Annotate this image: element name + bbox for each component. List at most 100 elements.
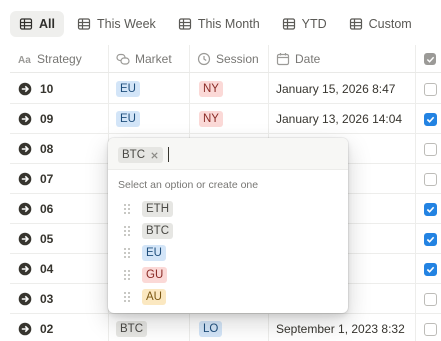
option-search-input[interactable]: BTC: [108, 138, 348, 170]
remove-chip-icon[interactable]: [150, 151, 159, 160]
market-cell[interactable]: BTC: [116, 314, 147, 341]
tab-all[interactable]: All: [10, 11, 64, 37]
drag-handle-icon[interactable]: [122, 203, 132, 215]
date-value: January 15, 2026 8:47: [276, 82, 396, 96]
strategy-value: 09: [40, 112, 54, 126]
row-checkbox[interactable]: [424, 112, 437, 126]
strategy-cell[interactable]: 04: [18, 254, 53, 284]
option-tag: ETH: [142, 201, 173, 217]
tab-label: YTD: [301, 17, 327, 31]
strategy-cell[interactable]: 02: [18, 314, 53, 341]
dropdown-option[interactable]: GU: [112, 264, 344, 286]
checkbox-cell: [424, 104, 437, 134]
table-row[interactable]: 10 EU NY January 15, 2026 8:47: [10, 74, 441, 104]
market-cell[interactable]: EU: [116, 104, 140, 134]
table-icon: [178, 17, 192, 31]
session-cell[interactable]: NY: [199, 74, 223, 104]
strategy-cell[interactable]: 05: [18, 224, 53, 254]
row-checkbox[interactable]: [424, 262, 437, 276]
date-cell[interactable]: January 15, 2026 8:47: [276, 74, 395, 104]
open-page-icon[interactable]: [18, 262, 32, 276]
view-tabs: All This Week This Month YTD Custom: [10, 10, 425, 38]
tab-label: All: [39, 17, 55, 31]
table-icon: [19, 17, 33, 31]
strategy-value: 10: [40, 82, 54, 96]
strategy-cell[interactable]: 08: [18, 134, 53, 164]
open-page-icon[interactable]: [18, 322, 32, 336]
session-cell[interactable]: LO: [199, 314, 223, 341]
option-tag: BTC: [142, 223, 173, 239]
clock-icon: [197, 52, 211, 66]
row-checkbox[interactable]: [424, 172, 437, 186]
open-page-icon[interactable]: [18, 202, 32, 216]
session-cell[interactable]: NY: [199, 104, 223, 134]
drag-handle-icon[interactable]: [122, 291, 132, 303]
row-checkbox[interactable]: [424, 82, 437, 96]
tab-ytd[interactable]: YTD: [273, 11, 336, 37]
dropdown-option[interactable]: ETH: [112, 198, 344, 220]
date-value: September 1, 2023 8:32: [276, 322, 405, 336]
market-cell[interactable]: EU: [116, 74, 140, 104]
checkbox-cell: [424, 254, 437, 284]
open-page-icon[interactable]: [18, 292, 32, 306]
strategy-value: 03: [40, 292, 54, 306]
strategy-cell[interactable]: 07: [18, 164, 53, 194]
open-page-icon[interactable]: [18, 142, 32, 156]
strategy-value: 02: [40, 322, 54, 336]
checkbox-cell: [424, 224, 437, 254]
tab-this-month[interactable]: This Month: [169, 11, 269, 37]
session-tag: LO: [199, 321, 223, 337]
date-value: January 13, 2026 14:04: [276, 112, 403, 126]
strategy-cell[interactable]: 10: [18, 74, 53, 104]
market-tag: BTC: [116, 321, 147, 337]
strategy-value: 04: [40, 262, 54, 276]
row-checkbox[interactable]: [424, 202, 437, 216]
multi-select-icon: [116, 52, 130, 66]
text-property-icon: Aa: [18, 52, 32, 66]
column-header-label: Date: [295, 52, 321, 66]
drag-handle-icon[interactable]: [122, 225, 132, 237]
session-tag: NY: [199, 81, 223, 97]
tab-label: Custom: [368, 17, 412, 31]
checkbox-cell: [424, 314, 437, 341]
checkbox-cell: [424, 134, 437, 164]
column-header-date[interactable]: Date: [276, 45, 320, 73]
date-cell[interactable]: September 1, 2023 8:32: [276, 314, 405, 341]
strategy-cell[interactable]: 06: [18, 194, 53, 224]
strategy-cell[interactable]: 09: [18, 104, 53, 134]
column-header-label: Market: [135, 52, 172, 66]
row-checkbox[interactable]: [424, 322, 437, 336]
selected-option-chip: BTC: [118, 147, 163, 163]
drag-handle-icon[interactable]: [122, 247, 132, 259]
table-row[interactable]: 09 EU NY January 13, 2026 14:04: [10, 104, 441, 134]
tab-this-week[interactable]: This Week: [68, 11, 165, 37]
option-tag: GU: [142, 267, 168, 283]
open-page-icon[interactable]: [18, 112, 32, 126]
table-icon: [282, 17, 296, 31]
open-page-icon[interactable]: [18, 82, 32, 96]
table-header: Aa Strategy Market Session Date: [10, 45, 441, 73]
tab-custom[interactable]: Custom: [340, 11, 421, 37]
strategy-value: 05: [40, 232, 54, 246]
strategy-value: 08: [40, 142, 54, 156]
dropdown-hint: Select an option or create one: [118, 179, 259, 191]
open-page-icon[interactable]: [18, 172, 32, 186]
column-header-strategy[interactable]: Aa Strategy: [18, 45, 82, 73]
row-checkbox[interactable]: [424, 142, 437, 156]
date-cell[interactable]: January 13, 2026 14:04: [276, 104, 402, 134]
row-checkbox[interactable]: [424, 232, 437, 246]
strategy-value: 07: [40, 172, 54, 186]
dropdown-option[interactable]: AU: [112, 286, 344, 308]
drag-handle-icon[interactable]: [122, 269, 132, 281]
column-header-market[interactable]: Market: [116, 45, 172, 73]
strategy-cell[interactable]: 03: [18, 284, 53, 314]
dropdown-option[interactable]: EU: [112, 242, 344, 264]
svg-text:Aa: Aa: [18, 55, 31, 66]
row-checkbox[interactable]: [424, 292, 437, 306]
checkbox-cell: [424, 194, 437, 224]
dropdown-option[interactable]: BTC: [112, 220, 344, 242]
open-page-icon[interactable]: [18, 232, 32, 246]
column-header-checkbox[interactable]: [424, 45, 436, 73]
table-row[interactable]: 02 BTC LO September 1, 2023 8:32: [10, 314, 441, 341]
column-header-session[interactable]: Session: [197, 45, 259, 73]
